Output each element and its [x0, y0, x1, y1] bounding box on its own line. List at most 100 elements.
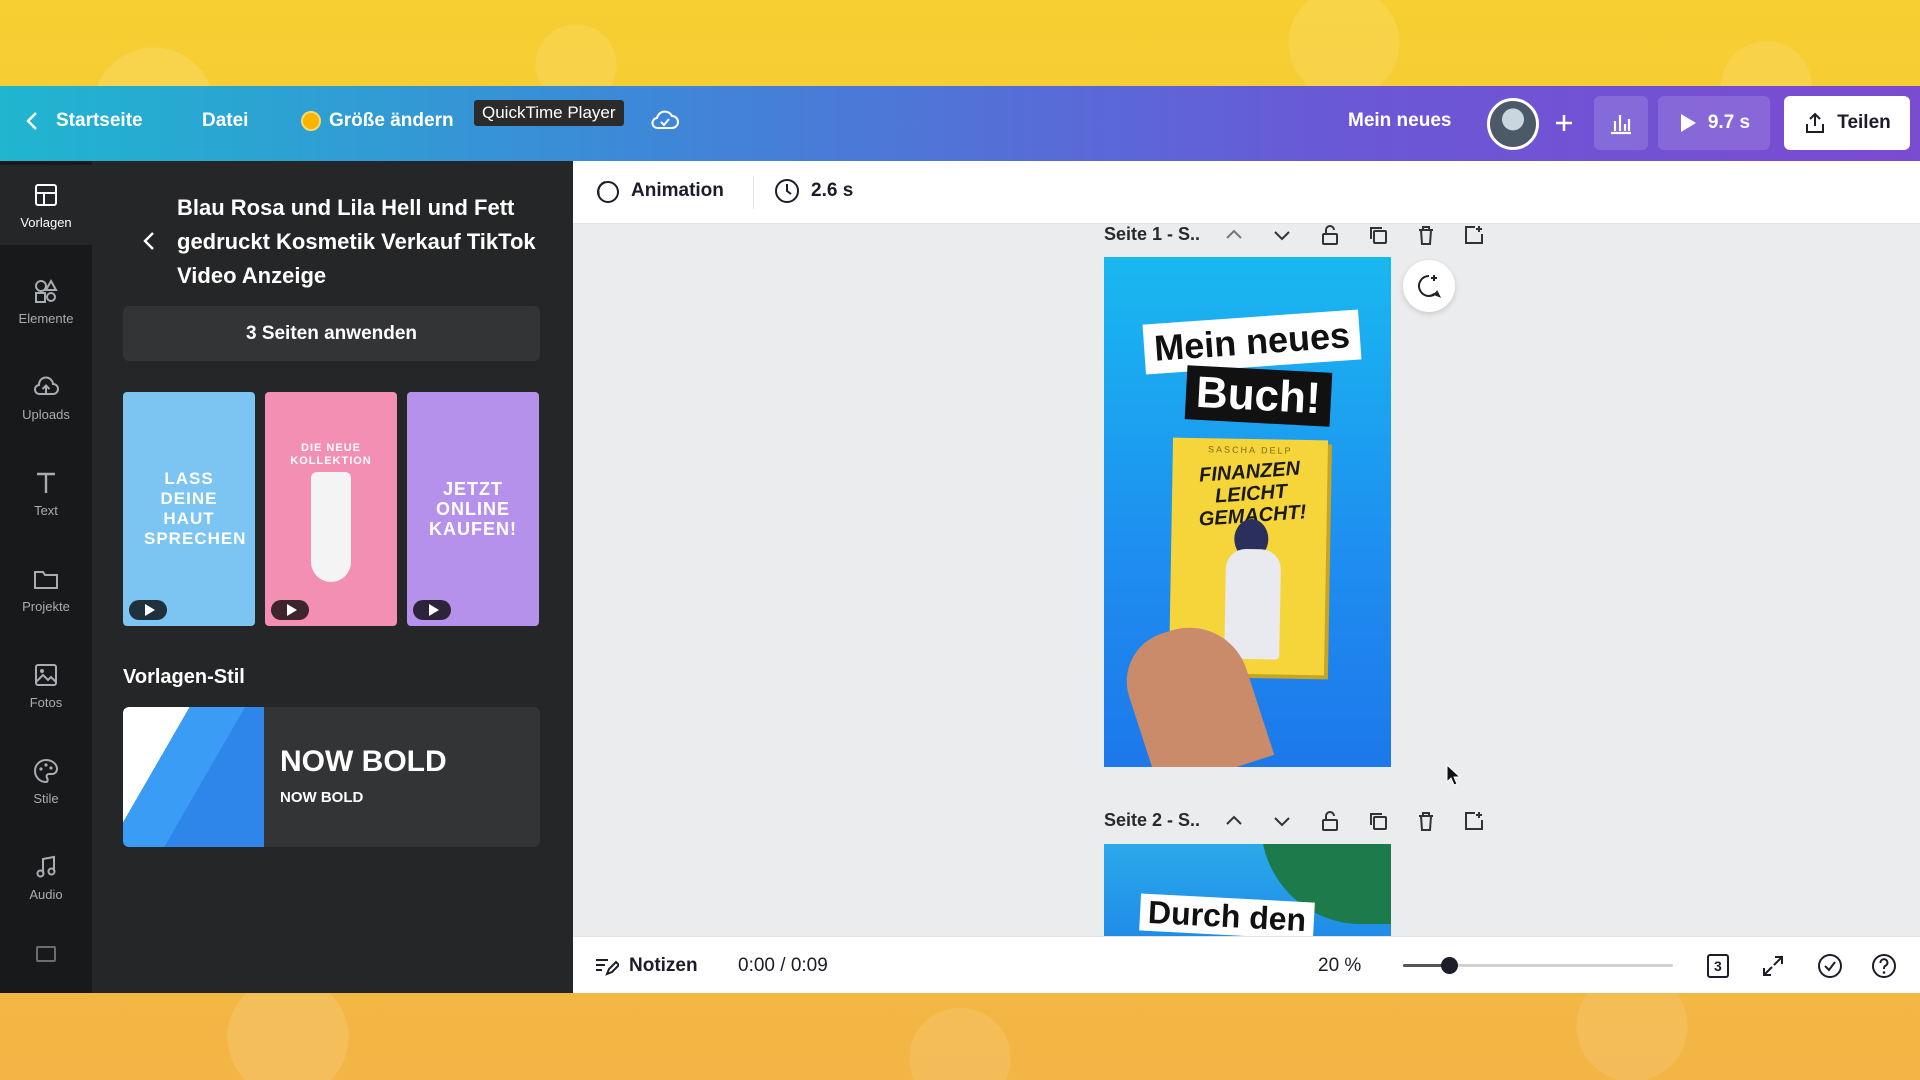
lock-icon[interactable] — [1319, 810, 1341, 832]
help-button[interactable] — [1870, 937, 1898, 994]
photo-icon — [35, 663, 57, 686]
duplicate-icon[interactable] — [1367, 810, 1389, 832]
resize-label: Größe ändern — [329, 110, 454, 131]
style-subtitle: NOW BOLD — [280, 789, 364, 806]
rail-label: Audio — [29, 886, 63, 902]
document-title-text: Mein neues — [1348, 110, 1452, 131]
play-icon — [413, 600, 451, 620]
chevron-up-icon[interactable] — [1223, 224, 1245, 246]
share-button[interactable]: Teilen — [1784, 96, 1910, 150]
rail-item-more[interactable] — [0, 929, 92, 979]
play-icon — [271, 600, 309, 620]
play-button[interactable]: 9.7 s — [1658, 96, 1770, 150]
music-note-icon — [36, 855, 56, 877]
comment-add-icon — [1418, 275, 1442, 298]
add-comment-button[interactable] — [1403, 260, 1455, 312]
playback-time: 0:00 / 0:09 — [738, 954, 828, 976]
templates-icon — [35, 183, 57, 206]
chevron-left-icon[interactable] — [140, 231, 160, 251]
left-rail: Vorlagen Elemente Uploads Text Projekte … — [0, 161, 92, 993]
rail-item-stile[interactable]: Stile — [0, 741, 92, 821]
rail-item-vorlagen[interactable]: Vorlagen — [0, 165, 92, 245]
page-1-title[interactable]: Seite 1 - S.. — [1104, 224, 1200, 245]
zoom-slider[interactable] — [1403, 957, 1673, 974]
rail-label: Vorlagen — [20, 214, 72, 230]
bar-chart-icon — [1611, 115, 1631, 135]
template-style-heading: Vorlagen-Stil — [123, 666, 245, 688]
quicktime-tooltip: QuickTime Player — [474, 100, 624, 126]
template-style-card[interactable]: NOW BOLD NOW BOLD — [123, 707, 540, 847]
text-icon — [37, 472, 55, 493]
thumbnail-text: DIE NEUE KOLLEKTION — [290, 442, 372, 467]
editor-toolbar: Animation 2.6 s — [573, 161, 1920, 224]
add-collaborator-button[interactable] — [1544, 100, 1584, 146]
duration-value: 2.6 s — [811, 180, 854, 201]
templates-panel: Blau Rosa und Lila Hell und Fett gedruck… — [92, 161, 573, 993]
play-icon — [129, 600, 167, 620]
upload-cloud-icon — [33, 376, 59, 395]
notes-button[interactable]: Notizen — [593, 937, 698, 994]
page-count: 3 — [1714, 957, 1722, 974]
palette-icon — [34, 758, 59, 783]
cloud-sync-icon[interactable] — [650, 108, 680, 132]
template-thumbnail-1[interactable]: LASS DEINE HAUT SPRECHEN — [123, 392, 255, 626]
chevron-down-icon[interactable] — [1271, 224, 1293, 246]
fullscreen-button[interactable] — [1761, 937, 1785, 994]
thumbnail-text: JETZT ONLINE KAUFEN! — [429, 479, 517, 539]
bottom-bar: Notizen 0:00 / 0:09 20 % 3 — [573, 936, 1920, 993]
insights-button[interactable] — [1594, 96, 1648, 150]
folder-icon — [34, 570, 58, 589]
product-tube-image — [311, 472, 351, 582]
notes-label: Notizen — [629, 954, 698, 976]
home-label: Startseite — [56, 110, 143, 131]
file-menu-button[interactable]: Datei — [202, 110, 248, 132]
rail-item-fotos[interactable]: Fotos — [0, 645, 92, 725]
trash-icon[interactable] — [1415, 810, 1437, 832]
chevron-up-icon[interactable] — [1223, 810, 1245, 832]
page-2-title[interactable]: Seite 2 - S.. — [1104, 810, 1200, 831]
trash-icon[interactable] — [1415, 224, 1437, 246]
play-duration: 9.7 s — [1707, 112, 1751, 133]
animation-button[interactable]: Animation — [593, 177, 724, 205]
avatar[interactable] — [1487, 98, 1539, 150]
document-title[interactable]: Mein neues — [1348, 110, 1451, 132]
style-preview-image — [123, 707, 264, 847]
rail-item-projekte[interactable]: Projekte — [0, 549, 92, 629]
add-page-icon[interactable] — [1463, 224, 1485, 246]
design-canvas[interactable]: Seite 1 - S.. Mein neues Buch! SASCHA DE… — [573, 224, 1920, 936]
apply-pages-button[interactable]: 3 Seiten anwenden — [123, 306, 540, 361]
check-circle-icon — [1818, 953, 1842, 978]
check-button[interactable] — [1816, 937, 1844, 994]
duplicate-icon[interactable] — [1367, 224, 1389, 246]
duration-button[interactable]: 2.6 s — [773, 177, 853, 205]
rail-item-elemente[interactable]: Elemente — [0, 261, 92, 341]
rail-label: Elemente — [18, 310, 74, 326]
template-title: Blau Rosa und Lila Hell und Fett gedruck… — [177, 195, 536, 288]
page-2-design[interactable]: Durch den — [1104, 844, 1391, 936]
design-headline-1[interactable]: Mein neues — [1142, 309, 1362, 375]
template-thumbnail-3[interactable]: JETZT ONLINE KAUFEN! — [407, 392, 539, 626]
add-page-icon[interactable] — [1463, 810, 1485, 832]
crown-icon — [301, 111, 321, 131]
rail-label: Projekte — [22, 598, 70, 614]
style-name: NOW BOLD — [280, 745, 447, 778]
rail-item-text[interactable]: Text — [0, 453, 92, 533]
page-2-actions — [1223, 810, 1485, 832]
design-headline-2[interactable]: Buch! — [1184, 365, 1332, 427]
rail-item-audio[interactable]: Audio — [0, 837, 92, 917]
zoom-level[interactable]: 20 % — [1318, 937, 1361, 994]
home-back-button[interactable]: Startseite — [24, 110, 143, 132]
page-count-button[interactable]: 3 — [1703, 937, 1733, 994]
template-thumbnail-2[interactable]: DIE NEUE KOLLEKTION — [265, 392, 397, 626]
resize-button[interactable]: Größe ändern — [301, 110, 454, 132]
illustration-body — [1224, 548, 1282, 660]
share-upload-icon — [1806, 112, 1825, 133]
rail-item-uploads[interactable]: Uploads — [0, 357, 92, 437]
zoom-slider-knob[interactable] — [1441, 957, 1458, 974]
expand-icon — [1763, 955, 1783, 976]
lock-icon[interactable] — [1319, 224, 1341, 246]
page-2-headline[interactable]: Durch den — [1139, 893, 1316, 936]
page-1-design[interactable]: Mein neues Buch! SASCHA DELP FINANZEN LE… — [1104, 257, 1391, 767]
mouse-cursor-icon — [1446, 764, 1462, 786]
chevron-down-icon[interactable] — [1271, 810, 1293, 832]
